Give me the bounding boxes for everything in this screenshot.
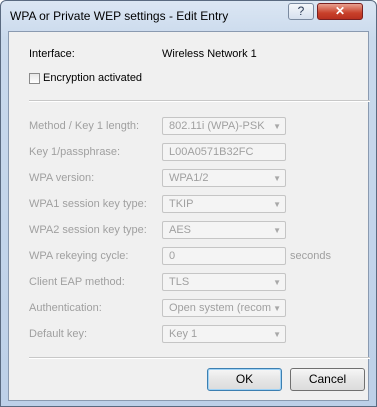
wpa2-session-label: WPA2 session key type:: [29, 224, 147, 236]
key-input[interactable]: L00A0571B32FC: [162, 143, 286, 161]
interface-value: Wireless Network 1: [162, 48, 257, 60]
close-button[interactable]: ✕: [317, 3, 363, 20]
chevron-down-icon: ▼: [273, 122, 281, 131]
rekeying-input[interactable]: 0: [162, 247, 286, 265]
edit-entry-dialog: WPA or Private WEP settings - Edit Entry…: [0, 0, 377, 407]
ok-button[interactable]: OK: [207, 368, 282, 391]
eap-label: Client EAP method:: [29, 276, 125, 288]
encryption-label[interactable]: Encryption activated: [43, 72, 142, 84]
chevron-down-icon: ▼: [273, 200, 281, 209]
method-label: Method / Key 1 length:: [29, 120, 140, 132]
method-combo[interactable]: 802.11i (WPA)-PSK ▼: [162, 117, 286, 135]
rekeying-value: 0: [169, 250, 176, 262]
wpa1-session-value: TKIP: [169, 198, 194, 210]
chevron-down-icon: ▼: [273, 278, 281, 287]
wpa-version-value: WPA1/2: [169, 172, 209, 184]
wpa1-session-label: WPA1 session key type:: [29, 198, 147, 210]
window-title: WPA or Private WEP settings - Edit Entry: [10, 9, 229, 23]
default-key-label: Default key:: [29, 328, 88, 340]
help-button[interactable]: ?: [288, 3, 314, 20]
wpa-version-combo[interactable]: WPA1/2 ▼: [162, 169, 286, 187]
encryption-checkbox[interactable]: [29, 73, 40, 84]
separator-top: [29, 100, 370, 102]
wpa1-session-combo[interactable]: TKIP ▼: [162, 195, 286, 213]
cancel-button[interactable]: Cancel: [290, 368, 365, 391]
dialog-body: Interface: Wireless Network 1 Encryption…: [8, 31, 370, 401]
rekeying-unit: seconds: [290, 250, 331, 262]
chevron-down-icon: ▼: [273, 174, 281, 183]
separator-bottom: [29, 357, 370, 359]
wpa-version-label: WPA version:: [29, 172, 95, 184]
eap-value: TLS: [169, 276, 190, 288]
wpa2-session-value: AES: [169, 224, 192, 236]
interface-label: Interface:: [29, 48, 75, 60]
auth-value: Open system (recom: [169, 302, 272, 314]
auth-label: Authentication:: [29, 302, 102, 314]
default-key-combo[interactable]: Key 1 ▼: [162, 325, 286, 343]
auth-combo[interactable]: Open system (recom ▼: [162, 299, 286, 317]
rekeying-label: WPA rekeying cycle:: [29, 250, 129, 262]
key-value: L00A0571B32FC: [169, 146, 254, 158]
title-bar[interactable]: WPA or Private WEP settings - Edit Entry…: [1, 1, 376, 31]
chevron-down-icon: ▼: [273, 330, 281, 339]
default-key-value: Key 1: [169, 328, 198, 340]
chevron-down-icon: ▼: [273, 226, 281, 235]
eap-combo[interactable]: TLS ▼: [162, 273, 286, 291]
key-label: Key 1/passphrase:: [29, 146, 121, 158]
chevron-down-icon: ▼: [273, 304, 281, 313]
wpa2-session-combo[interactable]: AES ▼: [162, 221, 286, 239]
method-value: 802.11i (WPA)-PSK: [169, 120, 265, 132]
